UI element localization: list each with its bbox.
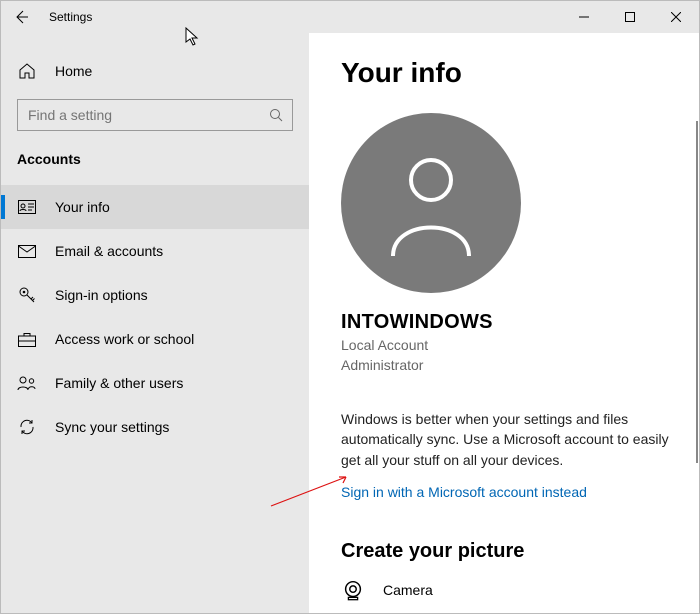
nav-signin-options[interactable]: Sign-in options — [1, 273, 309, 317]
nav-email-accounts[interactable]: Email & accounts — [1, 229, 309, 273]
sync-description: Windows is better when your settings and… — [341, 409, 681, 470]
account-role: Administrator — [341, 356, 699, 376]
avatar — [341, 113, 521, 293]
main-panel: Your info INTOWINDOWS Local Account Admi… — [309, 33, 699, 613]
page-heading: Your info — [341, 57, 699, 89]
nav-sync-settings[interactable]: Sync your settings — [1, 405, 309, 449]
key-icon — [17, 286, 37, 304]
nav-label: Your info — [55, 199, 110, 215]
scrollbar[interactable] — [696, 121, 698, 463]
content-area: Home Accounts Your info Email & accounts — [1, 33, 699, 613]
close-button[interactable] — [653, 1, 699, 33]
briefcase-icon — [17, 332, 37, 347]
home-icon — [17, 62, 37, 80]
signin-microsoft-link[interactable]: Sign in with a Microsoft account instead — [341, 484, 587, 500]
nav-label: Family & other users — [55, 375, 183, 391]
camera-icon — [341, 579, 365, 601]
nav-family-users[interactable]: Family & other users — [1, 361, 309, 405]
home-link[interactable]: Home — [1, 51, 309, 91]
sidebar: Home Accounts Your info Email & accounts — [1, 33, 309, 613]
account-type: Local Account — [341, 336, 699, 356]
minimize-button[interactable] — [561, 1, 607, 33]
nav-label: Sign-in options — [55, 287, 148, 303]
home-label: Home — [55, 63, 92, 79]
mail-icon — [17, 245, 37, 258]
back-button[interactable] — [1, 1, 41, 33]
search-wrap — [17, 99, 293, 131]
sidebar-category: Accounts — [1, 145, 309, 185]
maximize-button[interactable] — [607, 1, 653, 33]
picture-heading: Create your picture — [341, 540, 699, 563]
nav-label: Access work or school — [55, 331, 194, 347]
close-icon — [671, 12, 681, 22]
window-controls — [561, 1, 699, 33]
sync-icon — [17, 418, 37, 436]
search-input[interactable] — [17, 99, 293, 131]
person-icon — [381, 148, 481, 258]
nav-label: Email & accounts — [55, 243, 163, 259]
nav-work-school[interactable]: Access work or school — [1, 317, 309, 361]
titlebar: Settings — [1, 1, 699, 33]
people-icon — [17, 375, 37, 391]
arrow-left-icon — [13, 9, 29, 25]
maximize-icon — [625, 12, 635, 22]
camera-option[interactable]: Camera — [341, 579, 699, 601]
camera-label: Camera — [383, 582, 433, 598]
id-card-icon — [17, 200, 37, 214]
nav-your-info[interactable]: Your info — [1, 185, 309, 229]
window-title: Settings — [49, 10, 92, 24]
nav-label: Sync your settings — [55, 419, 169, 435]
minimize-icon — [579, 12, 589, 22]
username: INTOWINDOWS — [341, 311, 699, 334]
